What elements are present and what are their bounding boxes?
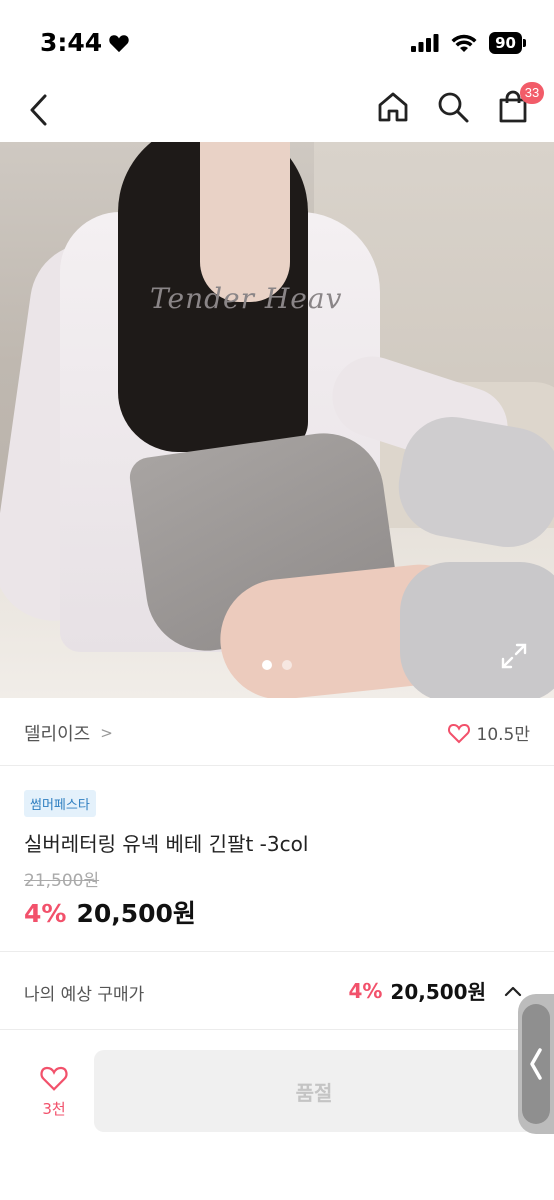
expected-price-row[interactable]: 나의 예상 구매가 4% 20,500원 xyxy=(0,952,554,1030)
image-sock xyxy=(400,562,554,698)
sale-price: 20,500원 xyxy=(76,899,196,928)
expand-icon xyxy=(501,643,527,669)
soldout-button[interactable]: 품절 xyxy=(94,1050,534,1132)
brand-like-button[interactable]: 10.5만 xyxy=(447,720,531,745)
status-bar: 3:44 90 xyxy=(0,0,554,80)
heart-filled-icon xyxy=(109,34,129,52)
brand-like-count: 10.5만 xyxy=(476,725,531,745)
brand-name: 델리이즈 xyxy=(24,724,91,745)
image-face xyxy=(200,142,290,302)
price-row: 4% 20,500원 xyxy=(24,894,196,930)
search-button[interactable] xyxy=(434,88,472,126)
side-panel-handle-inner xyxy=(522,1004,550,1124)
discount-rate: 4% xyxy=(24,899,67,928)
product-image-gallery[interactable]: Tender Heav xyxy=(0,142,554,698)
search-icon xyxy=(438,92,469,123)
header-actions: 33 xyxy=(374,82,544,126)
cart-button[interactable]: 33 xyxy=(494,82,544,126)
chevron-up-icon[interactable] xyxy=(502,980,524,1002)
bottom-action-bar: 3천 품절 xyxy=(0,1030,554,1200)
side-panel-handle[interactable] xyxy=(518,994,554,1134)
expected-price-summary: 4% 20,500원 xyxy=(348,976,524,1005)
gallery-pagination xyxy=(0,660,554,670)
promo-badge: 썸머페스타 xyxy=(24,790,96,817)
product-info: 썸머페스타 실버레터링 유넥 베테 긴팔t -3col 21,500원 4% 2… xyxy=(0,766,554,952)
wishlist-count: 3천 xyxy=(42,1100,66,1118)
brand-chevron-icon: > xyxy=(100,724,113,742)
cart-count-badge: 33 xyxy=(520,82,544,104)
heart-outline-icon xyxy=(447,723,470,743)
top-nav-bar: 33 xyxy=(0,80,554,142)
brand-link[interactable]: 델리이즈 > xyxy=(24,720,113,746)
home-icon xyxy=(378,92,408,122)
expected-price-label: 나의 예상 구매가 xyxy=(24,985,145,1005)
shirt-print-text: Tender Heav xyxy=(150,282,343,315)
pagination-dot-active[interactable] xyxy=(262,660,272,670)
original-price: 21,500원 xyxy=(24,871,100,891)
wishlist-button[interactable]: 3천 xyxy=(26,1064,82,1134)
battery-indicator: 90 xyxy=(489,32,526,54)
pagination-dot[interactable] xyxy=(282,660,292,670)
cellular-signal-icon xyxy=(411,34,439,52)
back-chevron-icon xyxy=(30,94,47,126)
status-indicators: 90 xyxy=(411,32,526,54)
wifi-icon xyxy=(451,34,477,52)
status-time-text: 3:44 xyxy=(40,28,103,57)
side-chevron-icon xyxy=(530,1048,542,1080)
expected-discount: 4% xyxy=(348,978,383,1003)
heart-outline-icon xyxy=(40,1066,68,1091)
product-title: 실버레터링 유넥 베테 긴팔t -3col xyxy=(24,832,309,856)
back-button[interactable] xyxy=(18,90,58,130)
expand-image-button[interactable] xyxy=(500,642,528,670)
brand-row: 델리이즈 > 10.5만 xyxy=(0,698,554,766)
expected-price: 20,500원 xyxy=(390,980,486,1004)
status-time: 3:44 xyxy=(40,28,130,57)
home-button[interactable] xyxy=(374,88,412,126)
